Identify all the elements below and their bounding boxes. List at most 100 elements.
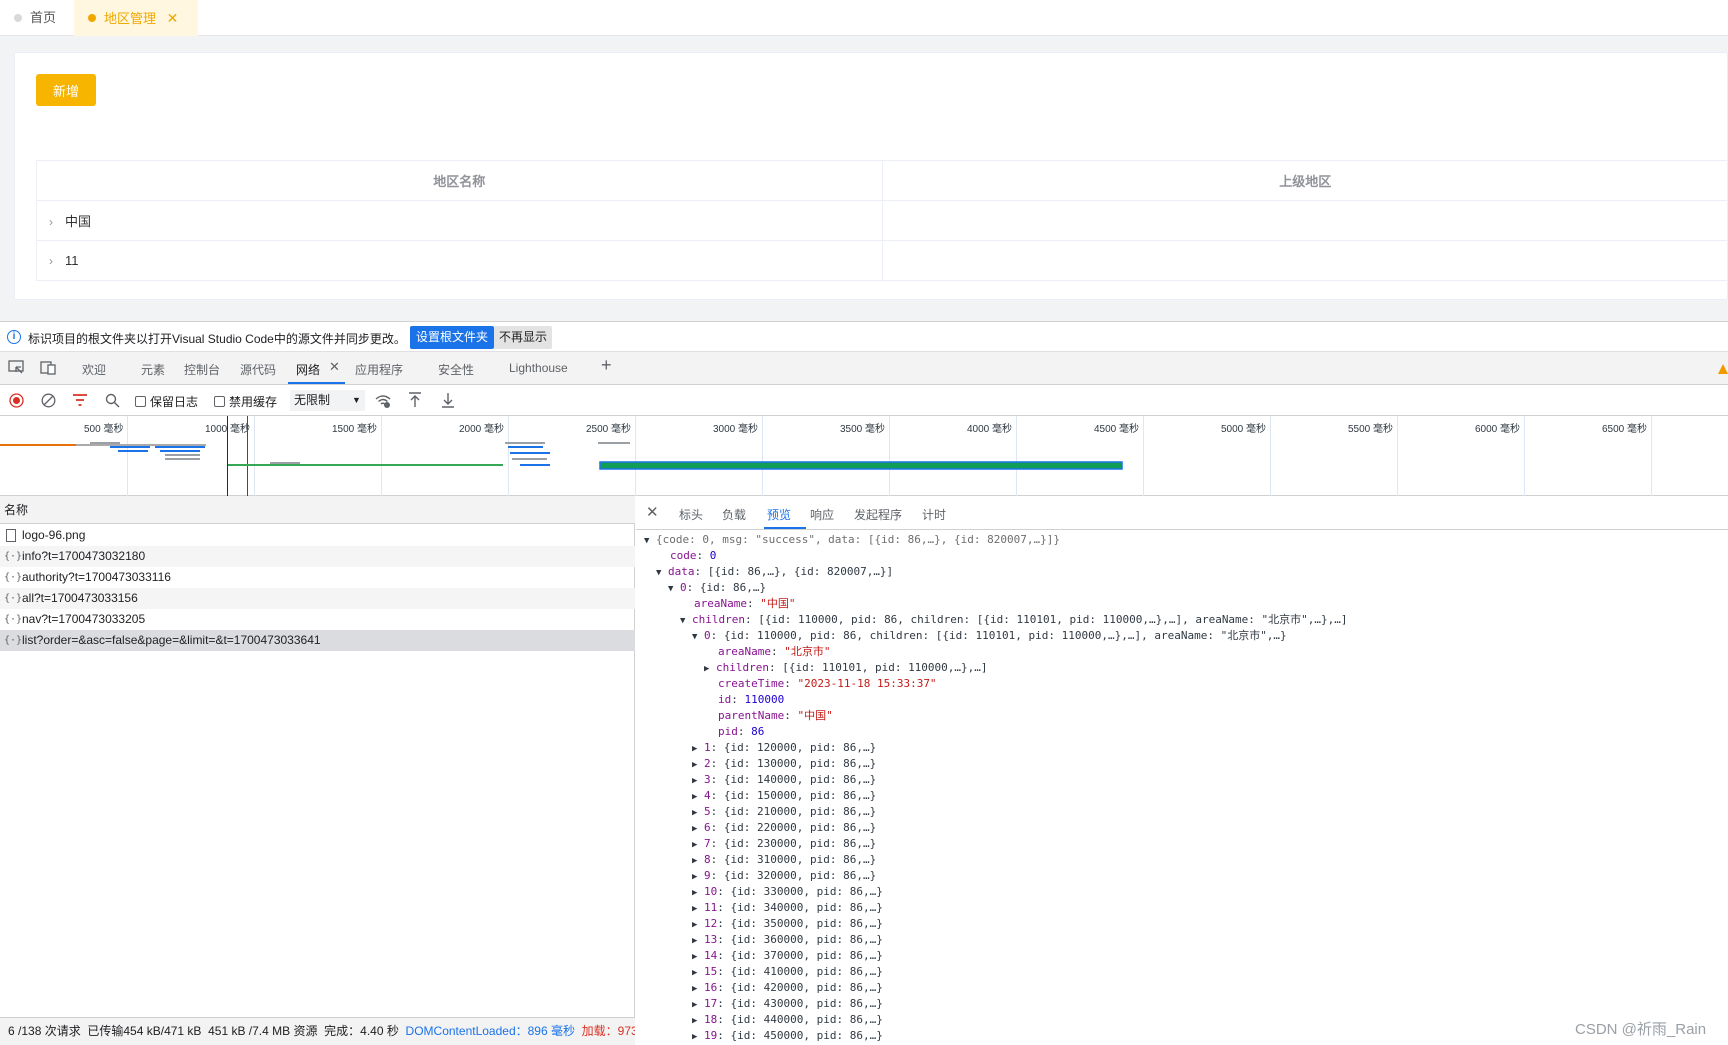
tab-preview[interactable]: 预览 xyxy=(767,506,791,523)
json-line[interactable]: ▼ 0: {id: 86,…} xyxy=(668,580,766,596)
json-line[interactable]: ▶ 19: {id: 450000, pid: 86,…} xyxy=(692,1028,883,1044)
tab-timing[interactable]: 计时 xyxy=(922,506,946,523)
set-root-folder-button[interactable]: 设置根文件夹 xyxy=(410,326,495,349)
tab-payload[interactable]: 负载 xyxy=(722,506,746,523)
device-toolbar-icon[interactable] xyxy=(40,360,57,375)
collapse-triangle-icon[interactable]: ▶ xyxy=(692,1029,704,1045)
json-line[interactable]: ▶ 4: {id: 150000, pid: 86,…} xyxy=(692,788,876,804)
tab-elements[interactable]: 元素 xyxy=(141,361,165,378)
json-line[interactable]: ▶ 18: {id: 440000, pid: 86,…} xyxy=(692,1012,883,1028)
collapse-triangle-icon[interactable]: ▶ xyxy=(692,853,704,869)
request-row[interactable]: logo-96.png xyxy=(0,525,635,546)
json-line[interactable]: ▶ 17: {id: 430000, pid: 86,…} xyxy=(692,996,883,1012)
collapse-triangle-icon[interactable]: ▶ xyxy=(692,981,704,997)
tab-initiator[interactable]: 发起程序 xyxy=(854,506,902,523)
json-line[interactable]: ▶ 13: {id: 360000, pid: 86,…} xyxy=(692,932,883,948)
collapse-triangle-icon[interactable]: ▶ xyxy=(704,661,716,677)
tab-application[interactable]: 应用程序 xyxy=(355,361,403,378)
expand-triangle-icon[interactable]: ▼ xyxy=(668,581,680,597)
collapse-triangle-icon[interactable]: ▶ xyxy=(692,885,704,901)
json-line[interactable]: ▶ 15: {id: 410000, pid: 86,…} xyxy=(692,964,883,980)
collapse-triangle-icon[interactable]: ▶ xyxy=(692,933,704,949)
column-header-region-name[interactable]: 地区名称 xyxy=(36,160,883,201)
collapse-triangle-icon[interactable]: ▶ xyxy=(692,821,704,837)
request-row[interactable]: {·} nav?t=1700473033205 xyxy=(0,609,635,630)
expand-triangle-icon[interactable]: ▼ xyxy=(644,533,656,549)
collapse-triangle-icon[interactable]: ▶ xyxy=(692,837,704,853)
disable-cache-checkbox[interactable]: 禁用缓存 xyxy=(214,393,277,410)
json-line[interactable]: ▼ 0: {id: 110000, pid: 86, children: [{id… xyxy=(692,628,1287,644)
table-row[interactable]: › 11 xyxy=(36,240,1728,281)
collapse-triangle-icon[interactable]: ▶ xyxy=(692,997,704,1013)
tab-welcome[interactable]: 欢迎 xyxy=(82,361,106,378)
dont-show-again-button[interactable]: 不再显示 xyxy=(494,326,553,349)
collapse-triangle-icon[interactable]: ▶ xyxy=(692,773,704,789)
collapse-triangle-icon[interactable]: ▶ xyxy=(692,869,704,885)
chevron-right-icon[interactable]: › xyxy=(49,254,65,268)
table-row[interactable]: › 中国 xyxy=(36,200,1728,241)
tab-headers[interactable]: 标头 xyxy=(679,506,703,523)
json-line[interactable]: ▶ 3: {id: 140000, pid: 86,…} xyxy=(692,772,876,788)
close-icon[interactable]: ✕ xyxy=(167,0,179,36)
json-line[interactable]: ▶ 8: {id: 310000, pid: 86,…} xyxy=(692,852,876,868)
request-row[interactable]: {·} all?t=1700473033156 xyxy=(0,588,635,609)
network-conditions-icon[interactable] xyxy=(374,393,392,409)
add-tab-icon[interactable]: + xyxy=(601,355,612,376)
expand-triangle-icon[interactable]: ▼ xyxy=(680,613,692,629)
json-line[interactable]: ▶ 10: {id: 330000, pid: 86,…} xyxy=(692,884,883,900)
collapse-triangle-icon[interactable]: ▶ xyxy=(692,789,704,805)
json-line[interactable]: ▼ children: [{id: 110000, pid: 86, childr… xyxy=(680,612,1348,628)
export-har-icon[interactable] xyxy=(441,392,455,408)
json-line[interactable]: ▶ 12: {id: 350000, pid: 86,…} xyxy=(692,916,883,932)
preserve-log-checkbox[interactable]: 保留日志 xyxy=(135,393,198,410)
collapse-triangle-icon[interactable]: ▶ xyxy=(692,917,704,933)
clear-icon[interactable] xyxy=(41,393,56,408)
collapse-triangle-icon[interactable]: ▶ xyxy=(692,901,704,917)
warning-icon[interactable] xyxy=(1718,364,1728,374)
expand-triangle-icon[interactable]: ▼ xyxy=(692,629,704,645)
json-line[interactable]: ▶ 9: {id: 320000, pid: 86,…} xyxy=(692,868,876,884)
collapse-triangle-icon[interactable]: ▶ xyxy=(692,805,704,821)
json-line[interactable]: ▶ 11: {id: 340000, pid: 86,…} xyxy=(692,900,883,916)
tab-lighthouse[interactable]: Lighthouse xyxy=(509,361,568,375)
tab-security[interactable]: 安全性 xyxy=(438,361,474,378)
json-line[interactable]: ▶ 5: {id: 210000, pid: 86,…} xyxy=(692,804,876,820)
network-overview[interactable]: 500 毫秒 1000 毫秒 1500 毫秒 2000 毫秒 2500 毫秒 3… xyxy=(0,416,1728,496)
collapse-triangle-icon[interactable]: ▶ xyxy=(692,757,704,773)
column-header-parent-region[interactable]: 上级地区 xyxy=(881,160,1728,201)
json-line[interactable]: ▶ 14: {id: 370000, pid: 86,…} xyxy=(692,948,883,964)
collapse-triangle-icon[interactable]: ▶ xyxy=(692,1013,704,1029)
close-icon[interactable]: ✕ xyxy=(329,359,340,375)
collapse-triangle-icon[interactable]: ▶ xyxy=(692,965,704,981)
inspect-element-icon[interactable] xyxy=(8,360,25,375)
search-icon[interactable] xyxy=(105,393,120,408)
throttle-select[interactable]: 无限制 ▼ xyxy=(290,390,365,411)
collapse-triangle-icon[interactable]: ▶ xyxy=(692,741,704,757)
tab-sources[interactable]: 源代码 xyxy=(240,361,276,378)
json-line[interactable]: ▶ 7: {id: 230000, pid: 86,…} xyxy=(692,836,876,852)
json-line[interactable]: ▶ 1: {id: 120000, pid: 86,…} xyxy=(692,740,876,756)
tab-region-management[interactable]: 地区管理 ✕ xyxy=(74,0,198,36)
json-line[interactable]: ▶ 6: {id: 220000, pid: 86,…} xyxy=(692,820,876,836)
request-row[interactable]: {·} info?t=1700473032180 xyxy=(0,546,635,567)
request-row-selected[interactable]: {·} list?order=&asc=false&page=&limit=&t=… xyxy=(0,630,635,651)
record-icon[interactable] xyxy=(9,393,24,408)
checkbox-icon[interactable] xyxy=(214,396,225,407)
close-icon[interactable]: ✕ xyxy=(646,503,659,521)
json-root[interactable]: ▼ {code: 0, msg: "success", data: [{id: 8… xyxy=(644,532,1060,548)
json-line[interactable]: ▶ children: [{id: 110101, pid: 110000,…},… xyxy=(704,660,988,676)
json-line[interactable]: ▼ data: [{id: 86,…}, {id: 820007,…}] xyxy=(656,564,893,580)
import-har-icon[interactable] xyxy=(408,392,422,408)
filter-icon[interactable] xyxy=(72,394,88,407)
json-line[interactable]: ▶ 16: {id: 420000, pid: 86,…} xyxy=(692,980,883,996)
tab-network[interactable]: 网络 xyxy=(296,361,320,378)
tab-home[interactable]: 首页 xyxy=(0,0,74,36)
expand-triangle-icon[interactable]: ▼ xyxy=(656,565,668,581)
chevron-right-icon[interactable]: › xyxy=(49,215,65,229)
json-line[interactable]: ▶ 2: {id: 130000, pid: 86,…} xyxy=(692,756,876,772)
checkbox-icon[interactable] xyxy=(135,396,146,407)
tab-console[interactable]: 控制台 xyxy=(184,361,220,378)
column-header-name[interactable]: 名称 xyxy=(0,496,635,524)
tab-response[interactable]: 响应 xyxy=(810,506,834,523)
add-button[interactable]: 新增 xyxy=(36,74,96,106)
